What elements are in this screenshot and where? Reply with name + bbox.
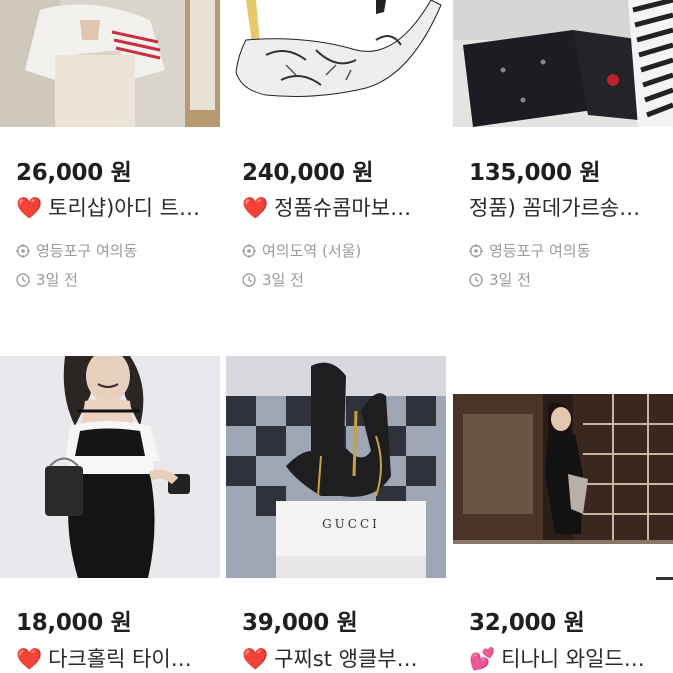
listing-thumbnail-4[interactable]	[0, 356, 220, 578]
item-title[interactable]: ❤️ 다크홀릭 타이…	[16, 643, 216, 673]
clock-icon	[242, 273, 256, 287]
clock-icon	[16, 273, 30, 287]
price-label: 32,000 원	[469, 610, 585, 636]
scroll-indicator	[656, 577, 673, 580]
listing-card-4[interactable]: 18,000 원 ❤️ 다크홀릭 타이…	[0, 356, 220, 673]
gucci-box-label: GUCCI	[322, 517, 380, 531]
price-label: 26,000 원	[16, 160, 132, 186]
listing-thumbnail-1[interactable]	[0, 0, 220, 127]
heart-emoji: ❤️	[16, 196, 43, 220]
item-title-text: 티나니 와일드…	[501, 647, 645, 671]
item-title-text: 정품슈콤마보…	[274, 196, 412, 220]
price-label: 240,000 원	[242, 160, 374, 186]
product-grid: 26,000 원 ❤️ 토리샵)아디 트… 영등포구 여의동 3일 전 240,0…	[0, 0, 673, 673]
item-title[interactable]: ❤️ 정품슈콤마보…	[242, 192, 442, 222]
listing-thumbnail-5[interactable]: GUCCI	[226, 356, 446, 578]
clock-icon	[469, 273, 483, 287]
location-text: 영등포구 여의동	[489, 242, 591, 260]
listing-thumbnail-2[interactable]	[226, 0, 446, 127]
listing-card-6[interactable]: 32,000 원 💕 티나니 와일드…	[453, 356, 673, 673]
location-row: 영등포구 여의동	[469, 240, 590, 261]
listing-card-2[interactable]: 240,000 원 ❤️ 정품슈콤마보… 여의도역 (서울) 3일 전	[226, 0, 446, 300]
listing-card-3[interactable]: 135,000 원 정품) 꼼데가르송… 영등포구 여의동 3일 전	[453, 0, 673, 300]
location-target-icon	[242, 244, 256, 258]
price-label: 39,000 원	[242, 610, 358, 636]
time-text: 3일 전	[262, 271, 304, 289]
listing-thumbnail-3[interactable]	[453, 0, 673, 127]
listing-card-1[interactable]: 26,000 원 ❤️ 토리샵)아디 트… 영등포구 여의동 3일 전	[0, 0, 220, 300]
heart-emoji: 💕	[469, 647, 496, 671]
location-text: 여의도역 (서울)	[262, 242, 362, 260]
time-row: 3일 전	[16, 269, 78, 290]
item-title[interactable]: 정품) 꼼데가르송…	[469, 192, 669, 222]
item-title-text: 다크홀릭 타이…	[48, 647, 192, 671]
listing-thumbnail-6[interactable]	[453, 394, 673, 544]
heart-emoji: ❤️	[242, 196, 269, 220]
time-row: 3일 전	[242, 269, 304, 290]
price-label: 18,000 원	[16, 610, 132, 636]
location-row: 영등포구 여의동	[16, 240, 137, 261]
item-title-text: 토리샵)아디 트…	[48, 196, 200, 220]
location-row: 여의도역 (서울)	[242, 240, 361, 261]
item-title[interactable]: ❤️ 구찌st 앵클부…	[242, 643, 442, 673]
listing-card-5[interactable]: GUCCI 39,000 원 ❤️ 구찌st 앵클부…	[226, 356, 446, 673]
time-row: 3일 전	[469, 269, 531, 290]
item-title[interactable]: ❤️ 토리샵)아디 트…	[16, 192, 216, 222]
location-target-icon	[469, 244, 483, 258]
location-target-icon	[16, 244, 30, 258]
price-label: 135,000 원	[469, 160, 601, 186]
heart-emoji: ❤️	[16, 647, 43, 671]
item-title-text: 정품) 꼼데가르송…	[469, 196, 641, 220]
time-text: 3일 전	[36, 271, 78, 289]
heart-emoji: ❤️	[242, 647, 269, 671]
item-title-text: 구찌st 앵클부…	[274, 647, 418, 671]
item-title[interactable]: 💕 티나니 와일드…	[469, 643, 669, 673]
time-text: 3일 전	[489, 271, 531, 289]
location-text: 영등포구 여의동	[36, 242, 138, 260]
